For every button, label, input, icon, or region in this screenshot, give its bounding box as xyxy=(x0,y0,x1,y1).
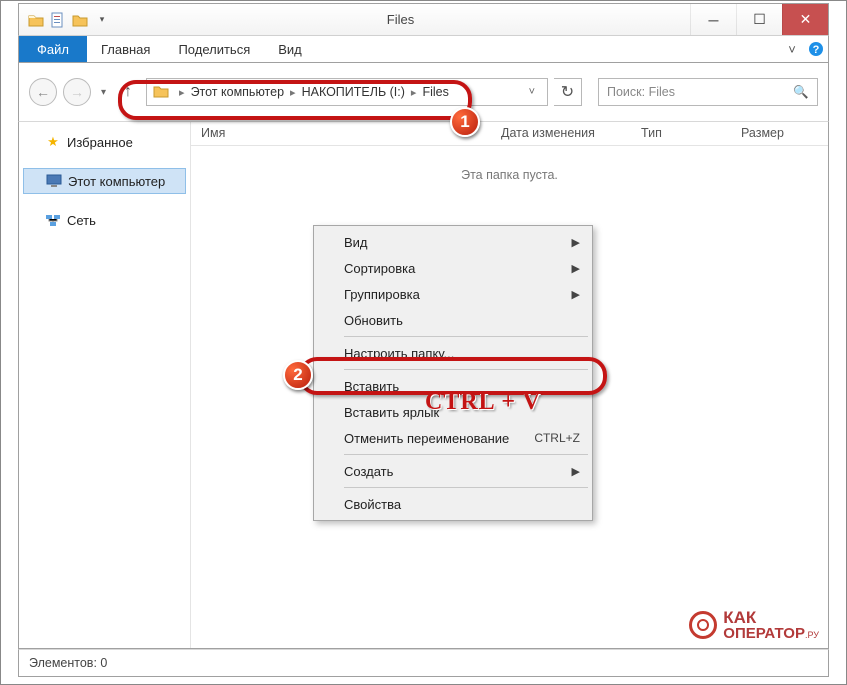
maximize-button[interactable]: ☐ xyxy=(736,4,782,35)
annotation-shortcut-text: CTRL + V xyxy=(425,389,541,416)
menu-separator xyxy=(344,454,588,455)
address-dropdown-icon[interactable]: ˅ xyxy=(523,86,541,98)
sidebar-item-network[interactable]: Сеть xyxy=(19,208,190,232)
sidebar-item-label: Избранное xyxy=(67,135,133,150)
navigation-pane: ★ Избранное Этот компьютер Сеть xyxy=(19,122,191,648)
column-name[interactable]: Имя xyxy=(191,122,491,145)
empty-folder-message: Эта папка пуста. xyxy=(191,168,828,182)
file-tab[interactable]: Файл xyxy=(19,36,87,62)
shortcut-label: CTRL+Z xyxy=(534,431,580,445)
watermark: КАК ОПЕРАТОР.РУ xyxy=(689,609,819,641)
ctx-new[interactable]: Создать ▶ xyxy=(316,458,590,484)
close-button[interactable]: ✕ xyxy=(782,4,828,35)
star-icon: ★ xyxy=(45,134,61,150)
qat-newfolder-icon[interactable] xyxy=(71,11,89,29)
annotation-badge-2: 2 xyxy=(283,360,313,390)
menu-separator xyxy=(344,487,588,488)
ctx-undo-rename[interactable]: Отменить переименование CTRL+Z xyxy=(316,425,590,451)
address-bar[interactable]: ▸ Этот компьютер ▸ НАКОПИТЕЛЬ (I:) ▸ Fil… xyxy=(146,78,548,106)
qat-folder-icon xyxy=(27,11,45,29)
annotation-badge-1: 1 xyxy=(450,107,480,137)
tab-home[interactable]: Главная xyxy=(87,36,164,62)
search-placeholder: Поиск: Files xyxy=(607,85,675,99)
tab-share[interactable]: Поделиться xyxy=(164,36,264,62)
back-button[interactable]: ← xyxy=(29,78,57,106)
window-title: Files xyxy=(111,12,690,27)
ribbon-collapse-icon[interactable]: ˅ xyxy=(780,36,804,62)
sidebar-item-this-pc[interactable]: Этот компьютер xyxy=(23,168,186,194)
column-headers: Имя Дата изменения Тип Размер xyxy=(191,122,828,146)
breadcrumb-folder[interactable]: Files xyxy=(420,85,450,99)
ctx-view[interactable]: Вид ▶ xyxy=(316,229,590,255)
breadcrumb-this-pc[interactable]: Этот компьютер xyxy=(189,85,286,99)
ctx-sort[interactable]: Сортировка ▶ xyxy=(316,255,590,281)
qat-dropdown-icon[interactable]: ▾ xyxy=(93,11,111,29)
menu-separator xyxy=(344,336,588,337)
history-dropdown[interactable]: ▾ xyxy=(97,87,110,98)
menu-separator xyxy=(344,369,588,370)
svg-text:?: ? xyxy=(813,44,820,56)
computer-icon xyxy=(46,173,62,189)
submenu-arrow-icon: ▶ xyxy=(572,288,580,301)
folder-icon xyxy=(153,84,169,100)
column-date[interactable]: Дата изменения xyxy=(491,122,631,145)
network-icon xyxy=(45,212,61,228)
forward-button[interactable]: → xyxy=(63,78,91,106)
sidebar-item-label: Сеть xyxy=(67,213,96,228)
up-button[interactable]: ↑ xyxy=(116,80,140,104)
ctx-refresh[interactable]: Обновить xyxy=(316,307,590,333)
minimize-button[interactable]: ─ xyxy=(690,4,736,35)
column-size[interactable]: Размер xyxy=(731,122,821,145)
ctx-group[interactable]: Группировка ▶ xyxy=(316,281,590,307)
status-bar: Элементов: 0 xyxy=(18,649,829,677)
title-bar: ▾ Files ─ ☐ ✕ xyxy=(18,3,829,35)
refresh-button[interactable]: ↻ xyxy=(554,78,582,106)
help-icon[interactable]: ? xyxy=(804,36,828,62)
sidebar-item-label: Этот компьютер xyxy=(68,174,165,189)
submenu-arrow-icon: ▶ xyxy=(572,262,580,275)
submenu-arrow-icon: ▶ xyxy=(572,236,580,249)
sidebar-item-favorites[interactable]: ★ Избранное xyxy=(19,130,190,154)
status-item-count: Элементов: 0 xyxy=(29,656,107,670)
search-input[interactable]: Поиск: Files 🔍 xyxy=(598,78,818,106)
navigation-bar: ← → ▾ ↑ ▸ Этот компьютер ▸ НАКОПИТЕЛЬ (I… xyxy=(18,63,829,121)
chevron-right-icon[interactable]: ▸ xyxy=(286,86,300,99)
breadcrumb-drive[interactable]: НАКОПИТЕЛЬ (I:) xyxy=(300,85,407,99)
chevron-right-icon[interactable]: ▸ xyxy=(175,86,189,99)
tab-view[interactable]: Вид xyxy=(264,36,316,62)
chevron-right-icon[interactable]: ▸ xyxy=(407,86,421,99)
ctx-properties[interactable]: Свойства xyxy=(316,491,590,517)
submenu-arrow-icon: ▶ xyxy=(572,465,580,478)
qat-properties-icon[interactable] xyxy=(49,11,67,29)
context-menu: Вид ▶ Сортировка ▶ Группировка ▶ Обновит… xyxy=(313,225,593,521)
search-icon: 🔍 xyxy=(793,85,809,100)
ctx-customize-folder[interactable]: Настроить папку... xyxy=(316,340,590,366)
watermark-logo-icon xyxy=(689,611,717,639)
column-type[interactable]: Тип xyxy=(631,122,731,145)
ribbon-tabs: Файл Главная Поделиться Вид ˅ ? xyxy=(18,35,829,63)
